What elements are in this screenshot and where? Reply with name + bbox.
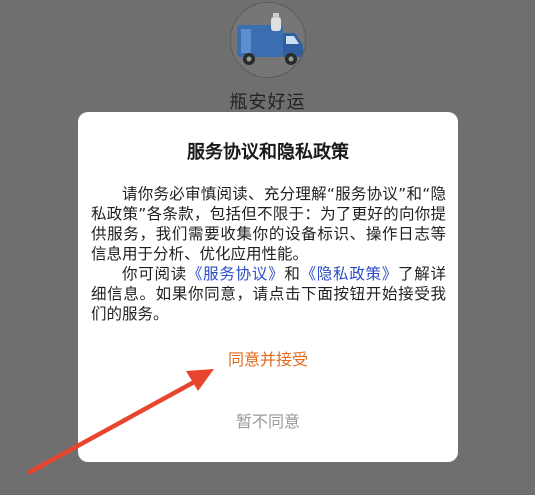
- privacy-policy-link[interactable]: 《隐私政策》: [301, 265, 398, 283]
- agree-button[interactable]: 同意并接受: [78, 346, 458, 374]
- app-name: 瓶安好运: [229, 92, 306, 113]
- and-text: 和: [284, 265, 301, 283]
- app-logo: [230, 2, 306, 78]
- delivery-truck-icon: [237, 13, 303, 65]
- privacy-dialog: 服务协议和隐私政策 请你务必审慎阅读、充分理解“服务协议”和“隐私政策”各条款，…: [78, 112, 458, 462]
- service-agreement-link[interactable]: 《服务协议》: [187, 265, 284, 283]
- dialog-body: 请你务必审慎阅读、充分理解“服务协议”和“隐私政策”各条款，包括但不限于：为了更…: [91, 184, 446, 324]
- decline-button[interactable]: 暂不同意: [78, 408, 458, 436]
- links-paragraph: 你可阅读《服务协议》和《隐私政策》了解详细信息。如果你同意，请点击下面按钮开始接…: [91, 264, 446, 324]
- agreement-paragraph: 请你务必审慎阅读、充分理解“服务协议”和“隐私政策”各条款，包括但不限于：为了更…: [91, 185, 446, 263]
- read-prefix-text: 你可阅读: [122, 265, 187, 283]
- dialog-title: 服务协议和隐私政策: [187, 142, 349, 163]
